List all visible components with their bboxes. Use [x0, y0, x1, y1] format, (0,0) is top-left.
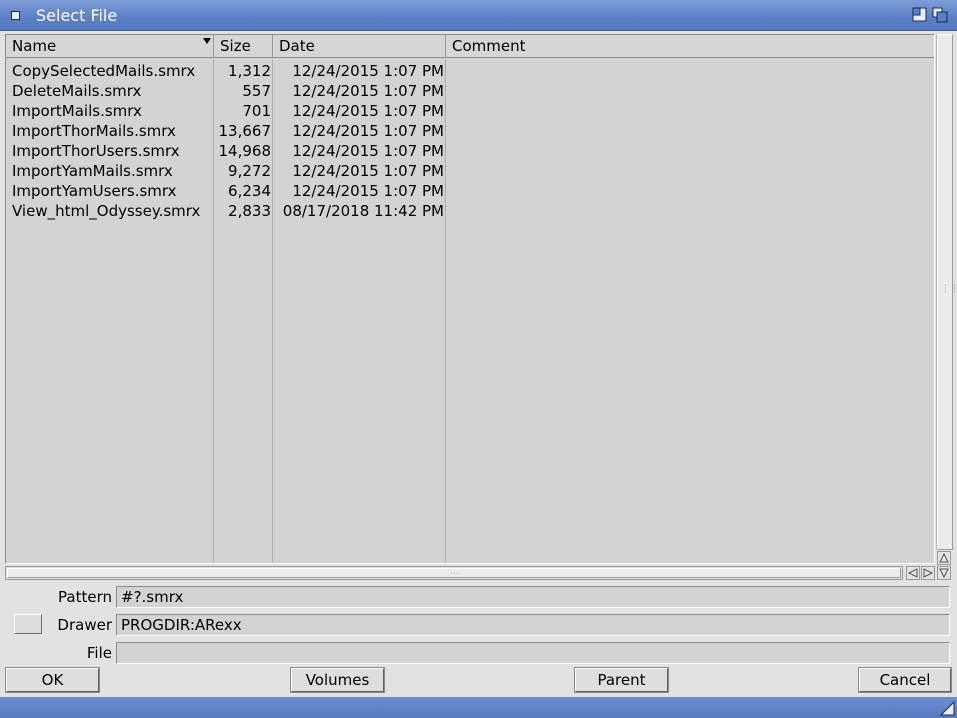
file-date: 12/24/2015 1:07 PM: [292, 142, 444, 160]
file-name: CopySelectedMails.smrx: [12, 62, 196, 80]
drawer-input[interactable]: PROGDIR:ARexx: [116, 614, 950, 636]
table-row[interactable]: CopySelectedMails.smrx 1,312 12/24/2015 1:…: [6, 61, 934, 81]
scroll-down-icon[interactable]: [937, 566, 951, 580]
column-header-comment-label: Comment: [452, 37, 526, 55]
pattern-input[interactable]: #?.smrx: [116, 586, 950, 608]
file-name: ImportMails.smrx: [12, 102, 142, 120]
file-size: 2,833: [228, 202, 271, 220]
file-input[interactable]: [116, 642, 950, 664]
file-date: 12/24/2015 1:07 PM: [292, 62, 444, 80]
file-date: 12/24/2015 1:07 PM: [292, 102, 444, 120]
sort-down-icon: [203, 38, 211, 44]
title-bar[interactable]: Select File: [0, 0, 957, 31]
column-header-name[interactable]: Name: [6, 35, 214, 58]
file-label: File: [86, 644, 112, 662]
table-row[interactable]: DeleteMails.smrx 557 12/24/2015 1:07 PM: [6, 81, 934, 101]
file-size: 6,234: [228, 182, 271, 200]
scroll-right-icon[interactable]: [921, 566, 935, 580]
column-header-date[interactable]: Date: [273, 35, 446, 58]
resize-icon[interactable]: [939, 700, 955, 716]
window-bottom-border: [0, 697, 957, 718]
table-row[interactable]: View_html_Odyssey.smrx 2,833 08/17/2018 11…: [6, 201, 934, 221]
cancel-button[interactable]: Cancel: [858, 667, 952, 693]
file-requester-window: Select File Name Size Date Comment CopyS…: [0, 0, 957, 718]
file-size: 9,272: [228, 162, 271, 180]
close-icon[interactable]: [8, 8, 22, 22]
file-name: View_html_Odyssey.smrx: [12, 202, 201, 220]
volumes-button[interactable]: Volumes: [290, 667, 385, 693]
table-row[interactable]: ImportThorUsers.smrx 14,968 12/24/2015 1:0…: [6, 141, 934, 161]
file-size: 14,968: [218, 142, 272, 160]
pattern-label: Pattern: [58, 588, 112, 606]
file-name: ImportThorUsers.smrx: [12, 142, 180, 160]
horizontal-scroll-knob[interactable]: ⋯: [7, 568, 901, 579]
file-list[interactable]: Name Size Date Comment CopySelectedMails…: [5, 34, 935, 564]
file-size: 13,667: [218, 122, 272, 140]
table-row[interactable]: ImportYamMails.smrx 9,272 12/24/2015 1:07 …: [6, 161, 934, 181]
vertical-scroll-knob[interactable]: ⋮⋮: [937, 34, 957, 550]
column-header-comment[interactable]: Comment: [446, 35, 934, 58]
depth-icon[interactable]: [932, 7, 948, 23]
column-header-size-label: Size: [220, 37, 251, 55]
file-name: ImportThorMails.smrx: [12, 122, 176, 140]
column-header-date-label: Date: [279, 37, 315, 55]
column-header-name-label: Name: [12, 37, 57, 55]
window-title: Select File: [36, 6, 118, 25]
column-header-size[interactable]: Size: [214, 35, 273, 58]
table-row[interactable]: ImportYamUsers.smrx 6,234 12/24/2015 1:07 …: [6, 181, 934, 201]
grip-icon: ⋮⋮: [941, 284, 957, 294]
file-date: 12/24/2015 1:07 PM: [292, 162, 444, 180]
ok-button[interactable]: OK: [5, 667, 100, 693]
file-date: 08/17/2018 11:42 PM: [282, 202, 444, 220]
file-size: 557: [242, 82, 271, 100]
table-row[interactable]: ImportThorMails.smrx 13,667 12/24/2015 1:0…: [6, 121, 934, 141]
drawer-label: Drawer: [57, 616, 112, 634]
grip-icon: ⋯: [450, 569, 459, 579]
file-name: ImportYamUsers.smrx: [12, 182, 177, 200]
vertical-scrollbar[interactable]: ⋮⋮: [936, 34, 957, 550]
table-row[interactable]: ImportMails.smrx 701 12/24/2015 1:07 PM: [6, 101, 934, 121]
horizontal-scrollbar[interactable]: ⋯: [5, 566, 903, 580]
file-date: 12/24/2015 1:07 PM: [292, 122, 444, 140]
file-date: 12/24/2015 1:07 PM: [292, 82, 444, 100]
parent-button[interactable]: Parent: [574, 667, 669, 693]
file-size: 1,312: [228, 62, 271, 80]
file-name: DeleteMails.smrx: [12, 82, 142, 100]
scroll-left-icon[interactable]: [906, 566, 920, 580]
zoom-icon[interactable]: [912, 7, 928, 23]
file-name: ImportYamMails.smrx: [12, 162, 173, 180]
scroll-up-icon[interactable]: [937, 551, 951, 565]
file-size: 701: [242, 102, 271, 120]
file-date: 12/24/2015 1:07 PM: [292, 182, 444, 200]
